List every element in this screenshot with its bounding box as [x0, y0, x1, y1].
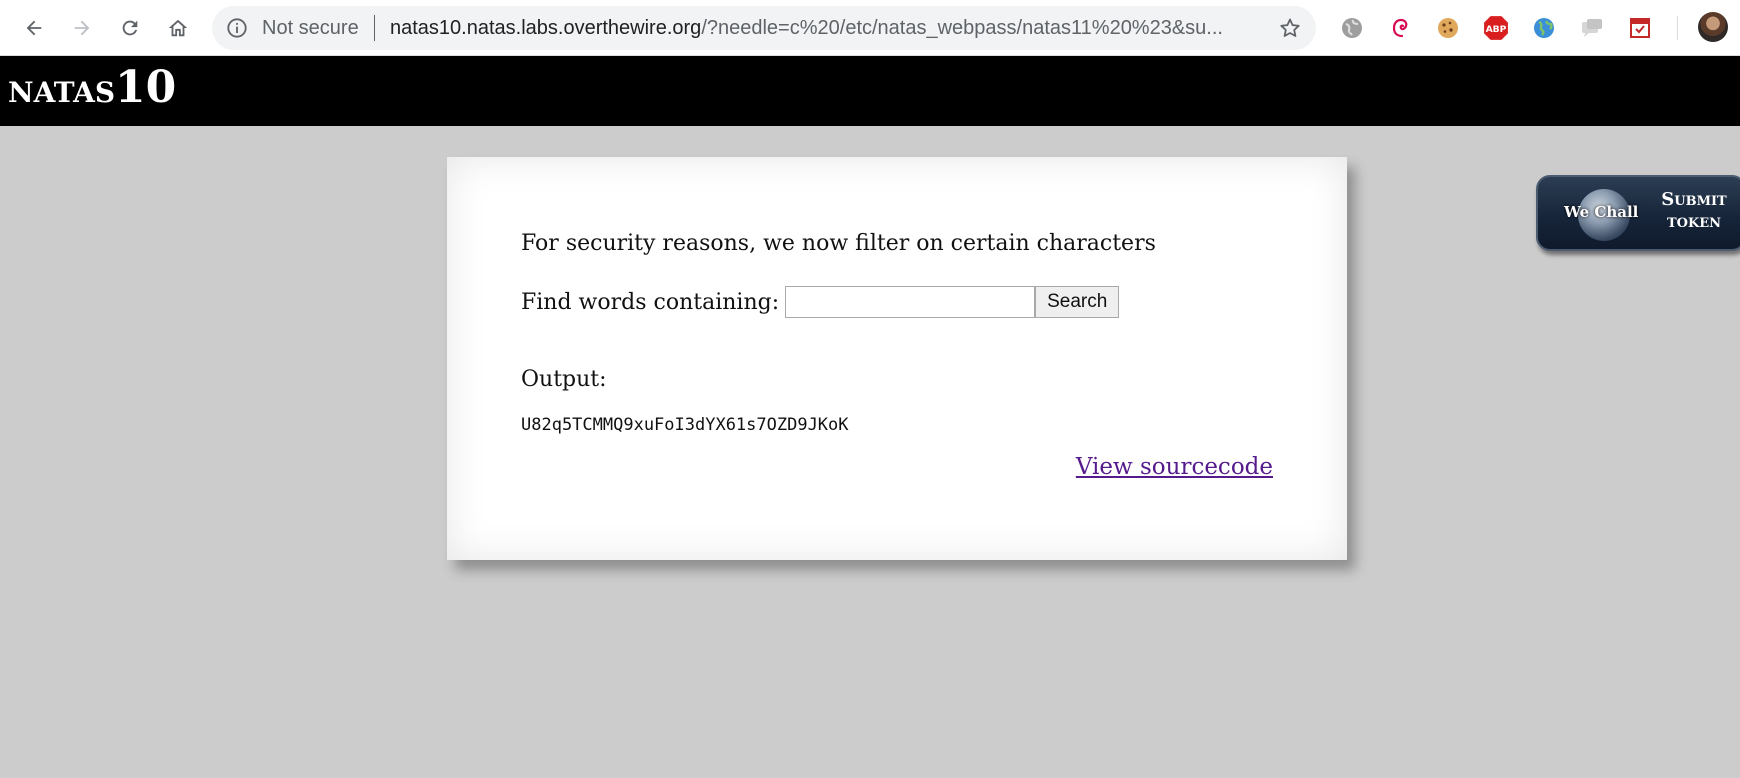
earth-icon [1534, 18, 1554, 38]
browser-toolbar: Not secure natas10.natas.labs.overthewir… [0, 0, 1740, 56]
wechall-logo-text: We Chall [1564, 203, 1639, 221]
debian-swirl-icon [1392, 18, 1408, 38]
search-button[interactable]: Search [1035, 286, 1120, 318]
site-title: natas10 [8, 62, 176, 115]
search-input[interactable] [785, 286, 1036, 318]
extension-box[interactable] [1626, 14, 1654, 42]
box-icon [1630, 18, 1650, 38]
view-sourcecode-link[interactable]: View sourcecode [1076, 454, 1273, 480]
submit-token-line2: token [1666, 211, 1722, 232]
search-label: Find words containing: [521, 289, 780, 315]
chat-bubble-icon [1582, 19, 1602, 37]
cookie-icon [1438, 18, 1458, 38]
extension-cookie[interactable] [1434, 14, 1462, 42]
security-label[interactable]: Not secure [262, 17, 359, 40]
adblock-icon: ABP [1484, 16, 1508, 40]
submit-token-button[interactable]: We Chall Submit token [1536, 175, 1740, 251]
back-button[interactable] [14, 8, 54, 48]
reload-icon [122, 20, 138, 36]
extension-globe[interactable] [1338, 14, 1366, 42]
address-bar[interactable]: Not secure natas10.natas.labs.overthewir… [212, 6, 1316, 50]
site-title-name: natas [8, 65, 116, 112]
home-icon [168, 19, 188, 37]
url-text[interactable]: natas10.natas.labs.overthewire.org/?need… [390, 17, 1248, 40]
content-panel: For security reasons, we now filter on c… [447, 157, 1347, 560]
address-separator [374, 15, 375, 41]
search-form: Find words containing: Search [521, 285, 1120, 319]
extension-earth[interactable] [1530, 14, 1558, 42]
toolbar-divider [1677, 16, 1678, 40]
forward-icon [74, 20, 90, 36]
page-header: natas10 [0, 56, 1740, 126]
site-title-number: 10 [115, 62, 177, 113]
back-icon [26, 20, 42, 36]
url-path: /?needle=c%20/etc/natas_webpass/natas11%… [701, 17, 1223, 39]
info-icon[interactable] [226, 17, 248, 39]
reload-button[interactable] [110, 8, 150, 48]
home-button[interactable] [158, 8, 198, 48]
output-value: U82q5TCMMQ9xuFoI3dYX61s7OZD9JKoK [521, 415, 849, 435]
output-label: Output: [521, 367, 607, 392]
svg-text:ABP: ABP [1486, 24, 1507, 35]
submit-token-line1: Submit [1661, 189, 1727, 210]
star-icon[interactable] [1278, 16, 1302, 40]
forward-button[interactable] [62, 8, 102, 48]
extension-adblock[interactable]: ABP [1482, 14, 1510, 42]
submit-token-label: Submit token [1650, 189, 1738, 233]
extension-chat[interactable] [1578, 14, 1606, 42]
url-host: natas10.natas.labs.overthewire.org [390, 17, 702, 39]
filter-notice: For security reasons, we now filter on c… [521, 231, 1156, 256]
profile-avatar[interactable] [1698, 12, 1728, 42]
extension-debian[interactable] [1386, 14, 1414, 42]
globe-icon [1342, 18, 1362, 38]
